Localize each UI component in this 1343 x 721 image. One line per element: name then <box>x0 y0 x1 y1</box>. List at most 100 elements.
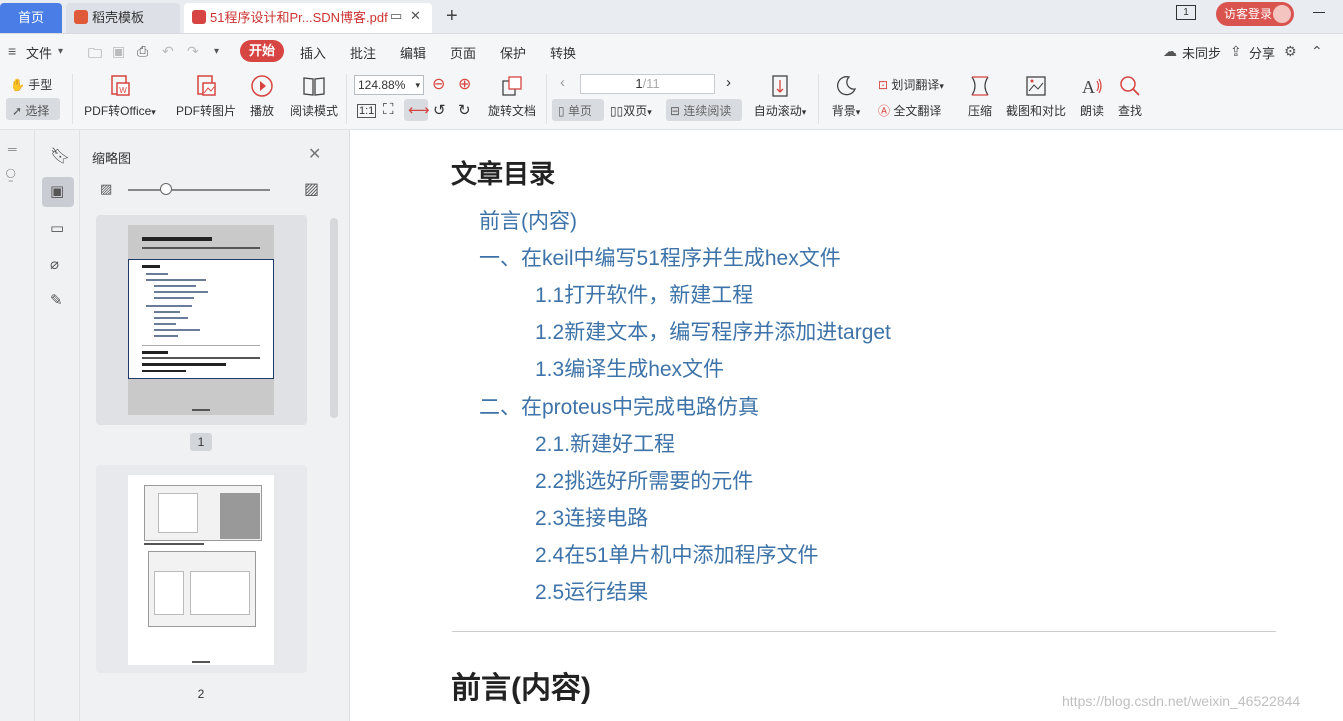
slider-handle[interactable] <box>160 183 172 195</box>
continuous-read-button[interactable]: ⊟ 连续阅读 <box>670 102 731 119</box>
more-chevron-icon[interactable]: ▾ <box>214 46 219 57</box>
large-image-icon[interactable]: ▨ <box>304 179 319 199</box>
pdf-to-image-icon <box>197 75 216 96</box>
tab-start[interactable]: 开始 <box>240 40 284 62</box>
toc-link[interactable]: 二、在proteus中完成电路仿真 <box>479 391 759 421</box>
select-tool[interactable]: ➚ 选择 <box>12 102 49 119</box>
toc-link[interactable]: 2.2挑选好所需要的元件 <box>535 465 753 495</box>
tab-close-icon[interactable]: ✕ <box>410 8 421 24</box>
word-translate-button[interactable]: ⊡ 划词翻译▾ <box>878 76 944 93</box>
bookmark-icon[interactable]: 🔖︎ <box>50 146 70 166</box>
thumbnail-image <box>128 475 274 665</box>
toc-link[interactable]: 1.3编译生成hex文件 <box>535 353 724 383</box>
left-rail: ═ ⍜ 🔖︎ ▣ ▭ ⌀ ✎ <box>0 130 80 721</box>
toc-link[interactable]: 2.3连接电路 <box>535 502 648 532</box>
new-tab-icon[interactable]: + <box>446 5 458 28</box>
toc-link[interactable]: 1.2新建文本，编写程序并添加进target <box>535 316 891 346</box>
double-page-button[interactable]: ▯▯双页▾ <box>610 102 652 119</box>
rotate-document-button[interactable]: 旋转文档 <box>486 74 538 119</box>
actual-size-icon[interactable]: 1:1 <box>357 104 377 118</box>
continuous-icon: ⊟ <box>670 104 681 118</box>
menu-convert[interactable]: 转换 <box>550 43 576 62</box>
settings-icon[interactable]: ⚙ <box>1284 43 1297 60</box>
menu-edit[interactable]: 编辑 <box>400 43 426 62</box>
thumbnail-size-slider[interactable] <box>128 189 270 191</box>
menu-bar: ≡ 文件 ▾ 🗀 ▣ ⎙ ↶ ↷ ▾ 开始 插入 批注 编辑 页面 保护 转换 … <box>0 34 1343 68</box>
pdf-to-office-button[interactable]: W PDF转Office▾ <box>80 74 160 119</box>
search-text-icon[interactable]: ⍜ <box>6 166 26 186</box>
moon-icon <box>837 76 857 96</box>
tab-home[interactable]: 首页 <box>0 3 62 33</box>
chevron-down-icon[interactable]: ▾ <box>58 46 63 57</box>
share-button[interactable]: 分享 <box>1249 43 1275 62</box>
toc-title: 文章目录 <box>451 159 556 189</box>
read-mode-button[interactable]: 阅读模式 <box>288 74 340 119</box>
zoom-in-icon[interactable]: ⊕ <box>458 74 471 94</box>
toc-link[interactable]: 一、在keil中编写51程序并生成hex文件 <box>479 242 841 272</box>
tab-float-icon[interactable]: ▭ <box>390 8 402 24</box>
rotate-right-icon[interactable]: ↻ <box>458 101 471 119</box>
close-icon[interactable]: ✕ <box>308 144 321 164</box>
prev-page-icon[interactable]: ‹ <box>560 74 565 91</box>
toc-link[interactable]: 2.5运行结果 <box>535 576 648 606</box>
thumbnail-page-1[interactable] <box>96 215 307 425</box>
login-button[interactable]: 访客登录 <box>1216 2 1294 26</box>
read-aloud-button[interactable]: A 朗读 <box>1076 74 1108 119</box>
pdf-to-image-button[interactable]: PDF转图片 <box>174 74 238 119</box>
thumbnail-image <box>128 225 274 415</box>
sync-status[interactable]: 未同步 <box>1182 43 1221 62</box>
full-translate-button[interactable]: Ⓐ 全文翻译 <box>878 102 941 119</box>
page-indicator[interactable]: 1 <box>1176 5 1196 20</box>
cloud-icon[interactable]: ☁ <box>1163 43 1177 60</box>
section-heading: 前言(内容) <box>451 672 591 705</box>
auto-scroll-button[interactable]: 自动滚动▾ <box>750 74 810 119</box>
save-icon[interactable]: ▣ <box>112 43 125 60</box>
signature-icon[interactable]: ✎ <box>50 291 70 311</box>
single-page-button[interactable]: ▯ 单页 <box>558 102 592 119</box>
zoom-out-icon[interactable]: ⊖ <box>432 74 445 94</box>
play-button[interactable]: 播放 <box>246 74 278 119</box>
collapse-ribbon-icon[interactable]: ⌃ <box>1311 43 1323 60</box>
small-image-icon[interactable]: ▨ <box>100 181 112 197</box>
toc-link[interactable]: 1.1打开软件，新建工程 <box>535 279 753 309</box>
redo-icon[interactable]: ↷ <box>187 43 199 60</box>
minimize-icon[interactable] <box>1313 12 1325 13</box>
toc-link[interactable]: 前言(内容) <box>479 205 577 235</box>
hamburger-icon[interactable]: ≡ <box>8 43 16 59</box>
toc-link[interactable]: 2.1.新建好工程 <box>535 428 675 458</box>
page-number-input[interactable]: 1/11 <box>580 74 715 94</box>
collapse-handle-icon[interactable]: ═ <box>8 142 28 162</box>
hand-tool[interactable]: ✋ 手型 <box>10 76 52 93</box>
menu-insert[interactable]: 插入 <box>300 43 326 62</box>
compress-button[interactable]: 压缩 <box>964 74 996 119</box>
fit-width-icon[interactable]: ⟷ <box>408 101 430 119</box>
open-folder-icon[interactable]: 🗀 <box>88 43 102 67</box>
share-icon[interactable]: ⇪ <box>1230 43 1242 60</box>
thumbnail-icon[interactable]: ▣ <box>50 182 70 202</box>
thumbnail-page-2[interactable] <box>96 465 307 673</box>
print-icon[interactable]: ⎙ <box>137 43 148 60</box>
undo-icon[interactable]: ↶ <box>162 43 174 60</box>
menu-annotate[interactable]: 批注 <box>350 43 376 62</box>
book-icon <box>303 77 325 96</box>
zoom-select[interactable]: 124.88% ▾ <box>354 75 424 95</box>
next-page-icon[interactable]: › <box>726 74 731 91</box>
svg-text:W: W <box>119 86 127 95</box>
toc-link[interactable]: 2.4在51单片机中添加程序文件 <box>535 539 819 569</box>
attachment-icon[interactable]: ⌀ <box>50 255 70 275</box>
find-button[interactable]: 查找 <box>1114 74 1146 119</box>
background-button[interactable]: 背景▾ <box>826 74 866 119</box>
menu-page[interactable]: 页面 <box>450 43 476 62</box>
section-divider <box>452 631 1276 632</box>
rotate-left-icon[interactable]: ↺ <box>433 101 446 119</box>
thumbnail-scrollbar[interactable] <box>330 218 338 418</box>
comment-icon[interactable]: ▭ <box>50 219 70 239</box>
menu-file[interactable]: 文件 <box>26 43 52 62</box>
thumbnail-page-number: 1 <box>190 433 212 451</box>
screenshot-compare-button[interactable]: 截图和对比 <box>1004 74 1068 119</box>
tab-template[interactable]: 稻壳模板 <box>66 3 180 33</box>
rotate-document-icon <box>502 76 522 96</box>
menu-protect[interactable]: 保护 <box>500 43 526 62</box>
fit-page-icon[interactable]: ⛶ <box>383 101 394 118</box>
document-view[interactable]: 文章目录 前言(内容) 一、在keil中编写51程序并生成hex文件 1.1打开… <box>350 130 1343 721</box>
